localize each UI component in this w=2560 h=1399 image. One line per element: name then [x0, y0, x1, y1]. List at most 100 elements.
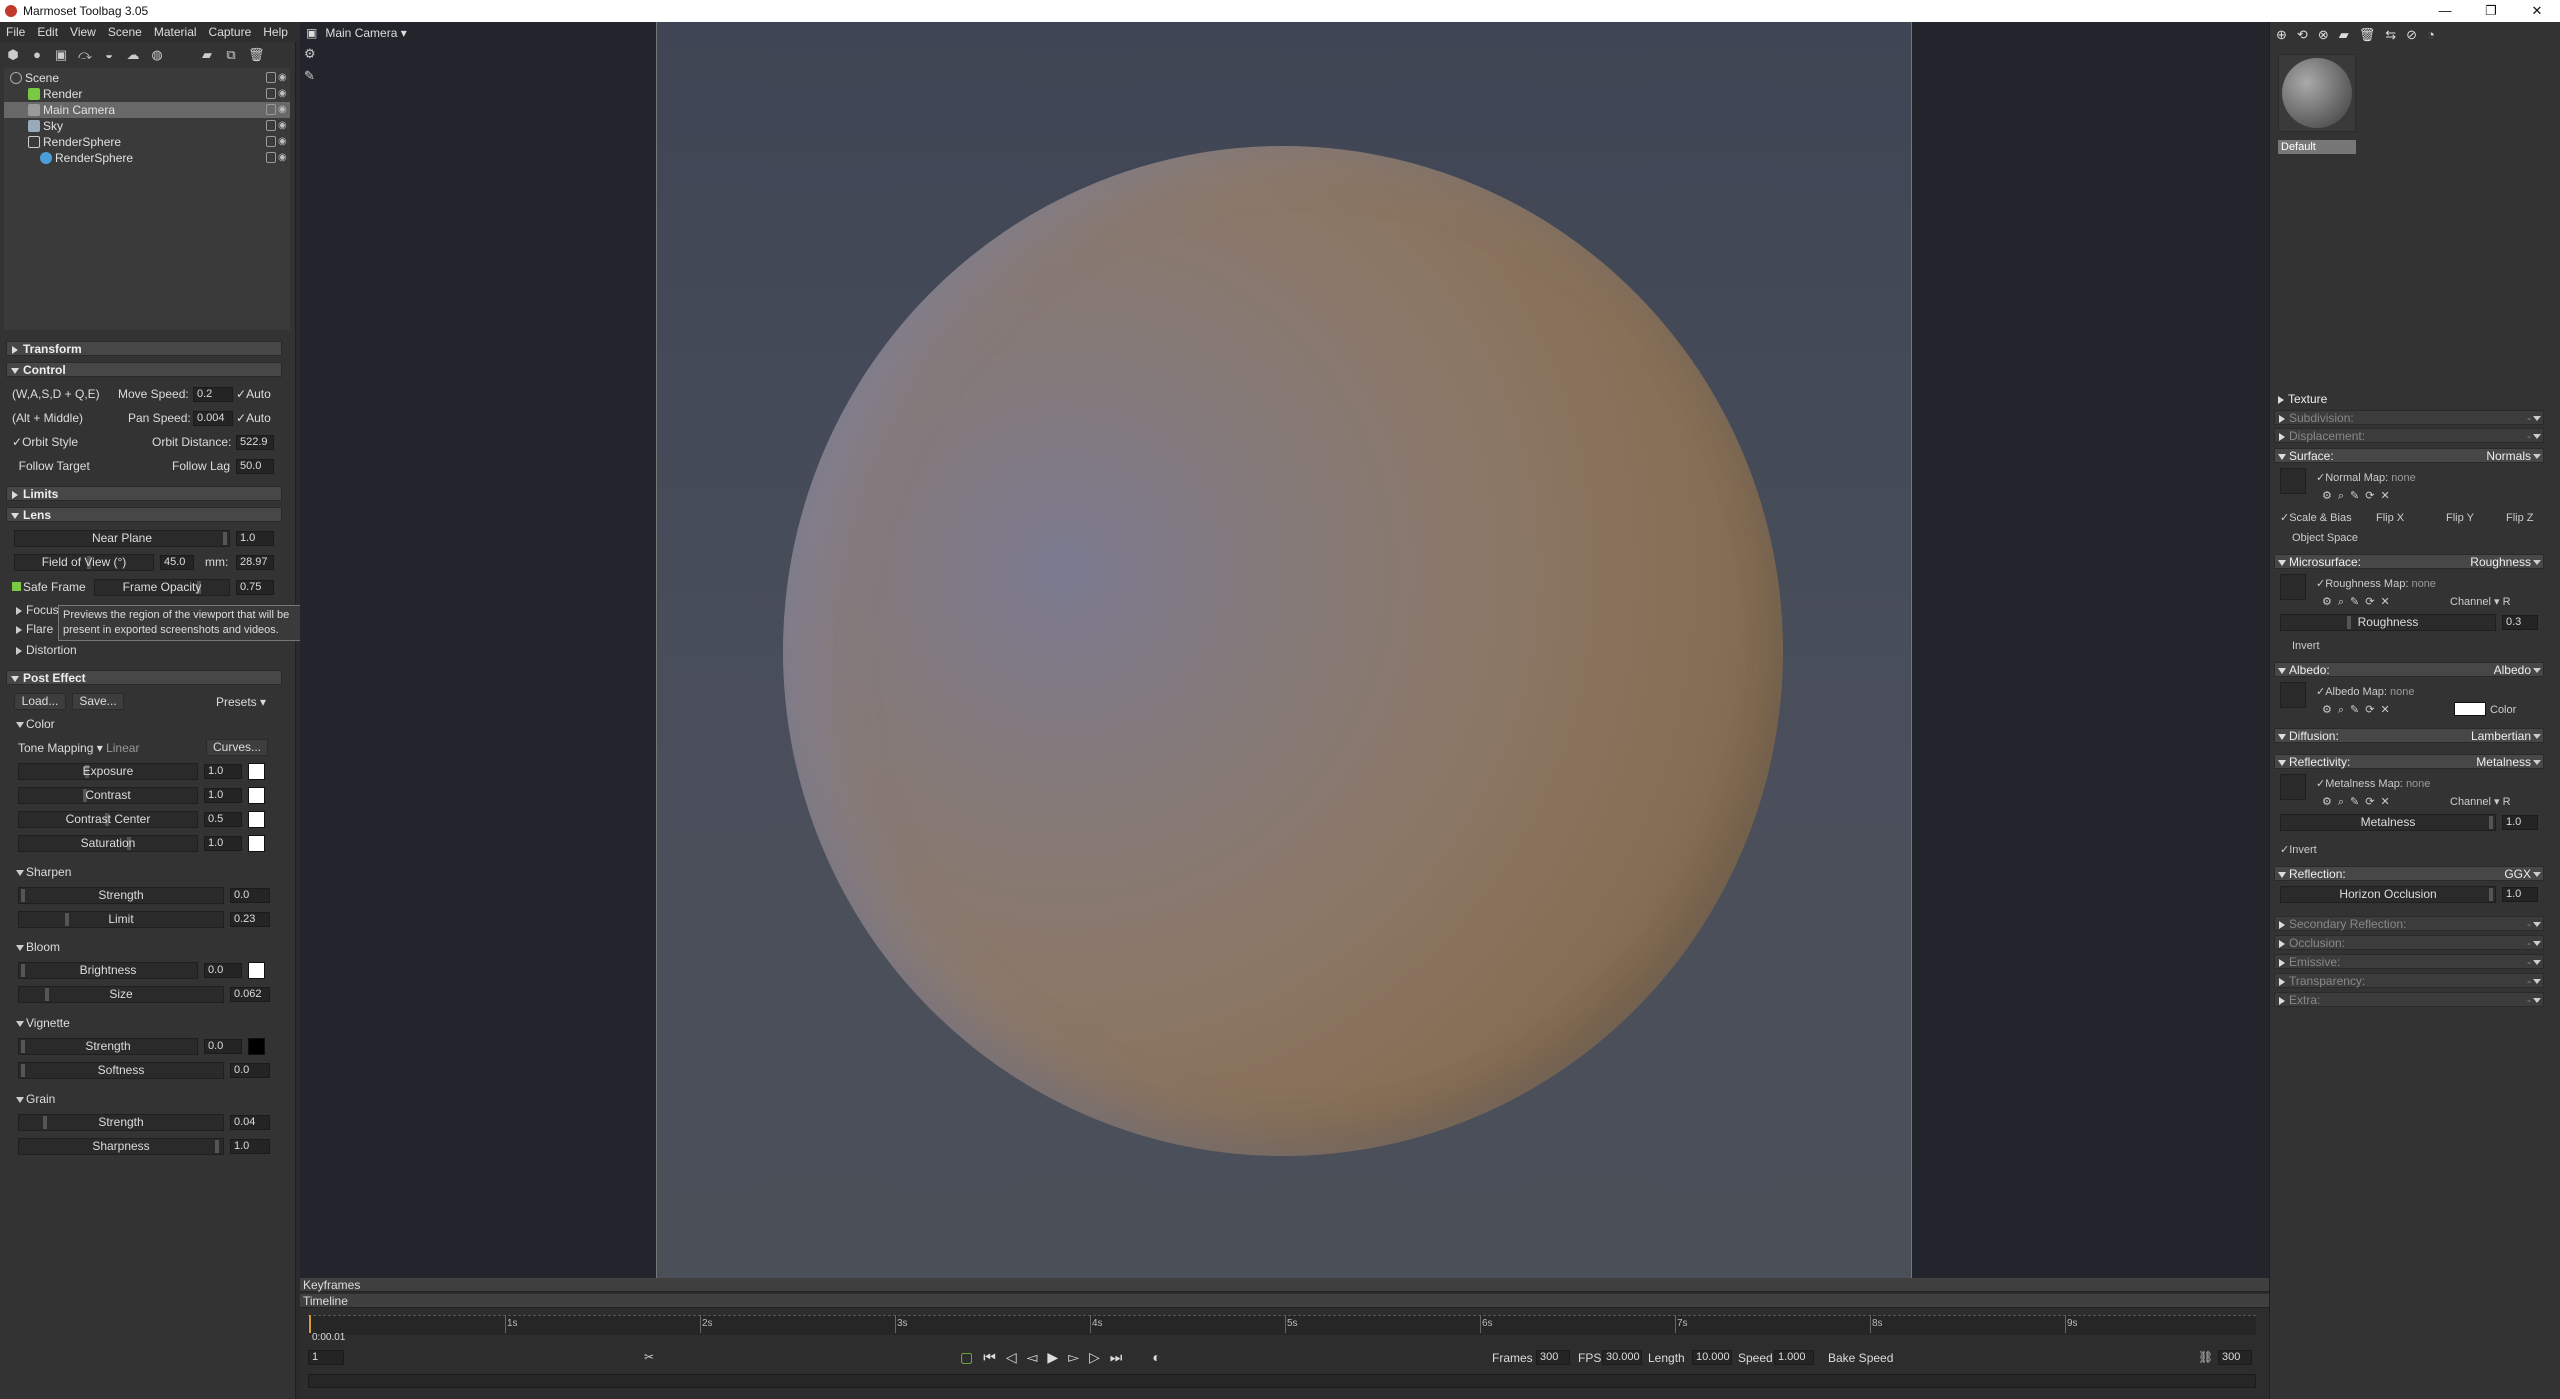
grain-sharpness-slider[interactable]: Sharpness	[18, 1138, 224, 1155]
close-icon[interactable]: ✕	[2514, 0, 2560, 22]
add-sky-icon[interactable]: ◍	[150, 48, 164, 62]
material-thumbnail[interactable]	[2278, 54, 2356, 132]
eye-icon[interactable]: ◉	[278, 104, 290, 115]
bloom-brightness-slider[interactable]: Brightness	[18, 962, 198, 979]
pan-speed-field[interactable]: 0.004	[193, 411, 233, 426]
metalness-field[interactable]: 1.0	[2502, 815, 2538, 830]
delete-material-icon[interactable]: 🗑	[2359, 27, 2376, 43]
extra-section-header[interactable]: Extra: -	[2274, 992, 2544, 1007]
load-button[interactable]: Load...	[14, 693, 66, 710]
grain-strength-slider[interactable]: Strength	[18, 1114, 224, 1131]
menu-material[interactable]: Material	[148, 25, 203, 39]
vignette-strength-slider[interactable]: Strength	[18, 1038, 198, 1055]
horizon-occlusion-field[interactable]: 1.0	[2502, 887, 2538, 902]
outliner-item-rendersphere[interactable]: RenderSphere ◉	[4, 134, 290, 150]
go-start-icon[interactable]: ⏮	[983, 1349, 996, 1366]
sharpen-limit-field[interactable]: 0.23	[230, 912, 270, 927]
post-effect-section-header[interactable]: Post Effect	[6, 670, 282, 685]
keyframes-bar[interactable]: Keyframes	[300, 1278, 2269, 1292]
duplicate-icon[interactable]: ⧉	[224, 48, 238, 62]
vignette-strength-field[interactable]: 0.0	[204, 1039, 242, 1054]
open-folder-icon[interactable]: ▰	[2339, 27, 2349, 43]
end-frame-field[interactable]: 300	[2218, 1350, 2252, 1365]
roughness-field[interactable]: 0.3	[2502, 615, 2538, 630]
frame-opacity-slider[interactable]: Frame Opacity	[94, 579, 230, 596]
grain-subsection[interactable]: Grain	[14, 1092, 55, 1107]
timeline-ruler[interactable]	[308, 1315, 2256, 1335]
secondary-reflection-section-header[interactable]: Secondary Reflection: -	[2274, 916, 2544, 931]
contrast-center-color-swatch[interactable]	[248, 811, 265, 828]
link-icon[interactable]: ⛓	[2198, 1350, 2213, 1364]
eye-icon[interactable]: ◉	[278, 120, 290, 131]
menu-edit[interactable]: Edit	[31, 25, 64, 39]
outliner-item-main-camera[interactable]: Main Camera ◉	[4, 102, 290, 118]
lock-icon[interactable]	[266, 88, 276, 99]
lock-icon[interactable]	[266, 120, 276, 131]
material-ball-icon[interactable]: ⊗	[2318, 27, 2329, 43]
control-section-header[interactable]: Control	[6, 362, 282, 377]
limits-section-header[interactable]: Limits	[6, 486, 282, 501]
timeline-scrollbar[interactable]	[308, 1374, 2256, 1388]
bloom-subsection[interactable]: Bloom	[14, 940, 60, 955]
next-frame-icon[interactable]: ▻	[1068, 1349, 1079, 1366]
albedo-map-thumbnail[interactable]	[2280, 682, 2306, 708]
roughness-slider[interactable]: Roughness	[2280, 614, 2496, 631]
new-material-icon[interactable]: ⊕	[2276, 27, 2287, 43]
near-plane-slider[interactable]: Near Plane	[14, 530, 230, 547]
metalness-channel-dropdown[interactable]: Channel ▾ R	[2450, 796, 2511, 808]
transparency-section-header[interactable]: Transparency: -	[2274, 973, 2544, 988]
metalness-map-thumbnail[interactable]	[2280, 774, 2306, 800]
lock-icon[interactable]	[266, 104, 276, 115]
safe-frame-checkbox[interactable]: Safe Frame	[12, 580, 86, 595]
next-key-icon[interactable]: ▷	[1089, 1349, 1100, 1366]
grain-sharpness-field[interactable]: 1.0	[230, 1139, 270, 1154]
render-sphere[interactable]	[783, 146, 1783, 1156]
play-icon[interactable]: ▶	[1047, 1349, 1058, 1366]
roughness-map-thumbnail[interactable]	[2280, 574, 2306, 600]
contrast-center-field[interactable]: 0.5	[204, 812, 242, 827]
move-auto-checkbox[interactable]: ✓Auto	[236, 387, 271, 402]
sharpen-limit-slider[interactable]: Limit	[18, 911, 224, 928]
near-plane-field[interactable]: 1.0	[236, 531, 274, 546]
camera-selector[interactable]: Main Camera ▾	[325, 26, 406, 40]
keyframe-tool-icon[interactable]: ✂	[644, 1350, 654, 1364]
scale-bias-checkbox[interactable]: ✓Scale & Bias	[2280, 512, 2352, 524]
minimize-icon[interactable]: —	[2422, 0, 2468, 22]
distortion-subsection[interactable]: Distortion	[14, 643, 77, 658]
roughness-map-tools[interactable]: ⚙⌕✎⟳✕	[2322, 596, 2396, 608]
menu-scene[interactable]: Scene	[102, 25, 148, 39]
flare-subsection[interactable]: Flare	[14, 622, 53, 637]
timeline-bar[interactable]: Timeline	[300, 1294, 2269, 1308]
settings-gear-icon[interactable]: ⚙	[304, 46, 316, 62]
sharpen-subsection[interactable]: Sharpen	[14, 865, 71, 880]
prev-key-icon[interactable]: ◁	[1006, 1349, 1017, 1366]
outliner-item-rendersphere-child[interactable]: RenderSphere ◉	[4, 150, 290, 166]
add-camera-icon[interactable]: ▣	[54, 48, 68, 62]
horizon-occlusion-slider[interactable]: Horizon Occlusion	[2280, 886, 2496, 903]
grain-strength-field[interactable]: 0.04	[230, 1115, 270, 1130]
eye-icon[interactable]: ◉	[278, 88, 290, 99]
bloom-brightness-field[interactable]: 0.0	[204, 963, 242, 978]
mm-field[interactable]: 28.97	[236, 555, 274, 570]
displacement-section-header[interactable]: Displacement: -	[2274, 428, 2544, 443]
emissive-section-header[interactable]: Emissive: -	[2274, 954, 2544, 969]
menu-file[interactable]: File	[0, 25, 31, 39]
texture-section-header[interactable]: Texture	[2274, 392, 2544, 407]
pick-tool-icon[interactable]: ✎	[304, 68, 315, 84]
object-space-checkbox[interactable]: Object Space	[2292, 532, 2358, 544]
albedo-color-swatch[interactable]	[2454, 702, 2486, 716]
loop-icon[interactable]: ▢	[960, 1349, 973, 1366]
normal-map-tools[interactable]: ⚙⌕✎⟳✕	[2322, 490, 2396, 502]
flip-y-checkbox[interactable]: Flip Y	[2446, 512, 2474, 524]
vignette-softness-field[interactable]: 0.0	[230, 1063, 270, 1078]
bloom-color-swatch[interactable]	[248, 962, 265, 979]
clear-material-icon[interactable]: ⊘	[2406, 27, 2417, 43]
pan-auto-checkbox[interactable]: ✓Auto	[236, 411, 271, 426]
metalness-invert-checkbox[interactable]: ✓Invert	[2280, 844, 2317, 856]
subdivision-section-header[interactable]: Subdivision: -	[2274, 410, 2544, 425]
exposure-slider[interactable]: Exposure	[18, 763, 198, 780]
lens-section-header[interactable]: Lens	[6, 507, 282, 522]
eye-icon[interactable]: ◉	[278, 152, 290, 163]
microsurface-section-header[interactable]: Microsurface: Roughness	[2274, 554, 2544, 569]
roughness-channel-dropdown[interactable]: Channel ▾ R	[2450, 596, 2511, 608]
